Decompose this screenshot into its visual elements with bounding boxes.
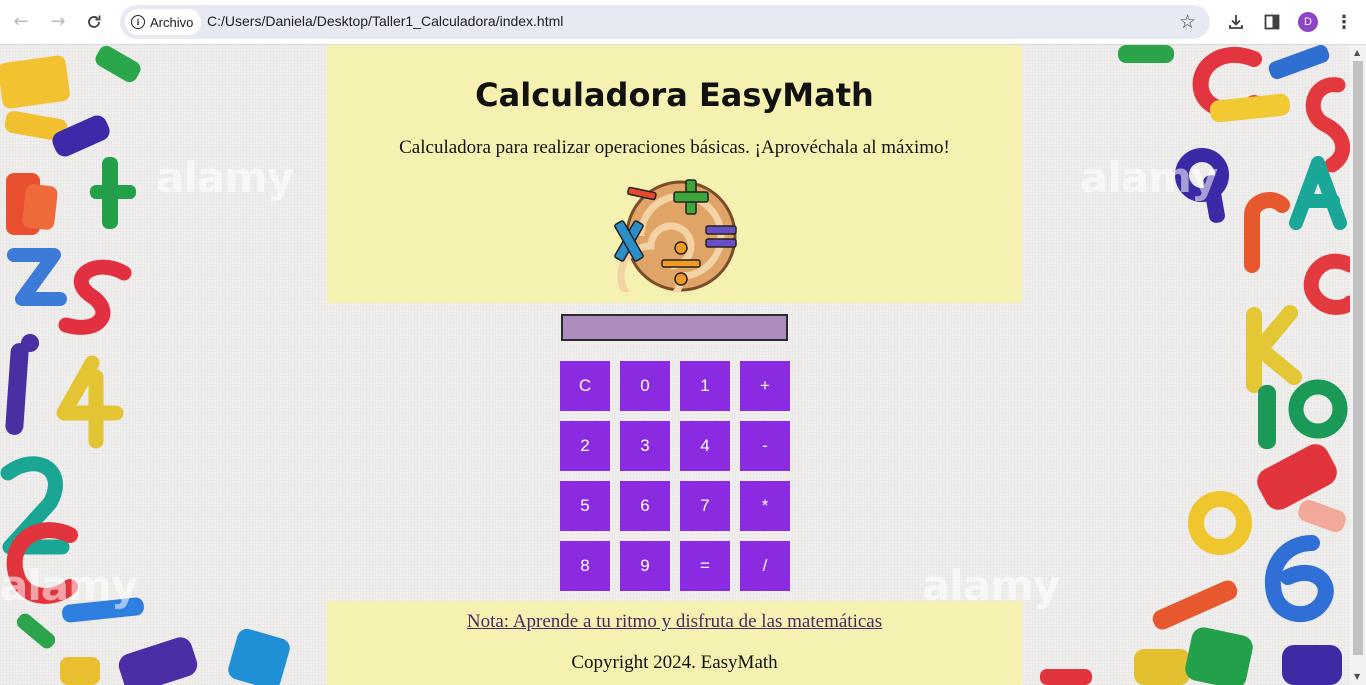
digit-4-button[interactable]: 4 [680,421,730,471]
watermark: alamy [0,561,138,610]
footer-panel: Nota: Aprende a tu ritmo y disfruta de l… [327,601,1022,685]
page-subtitle: Calculadora para realizar operaciones bá… [399,137,950,158]
calculator-keypad: C 0 1 + 2 3 4 - 5 6 7 * 8 9 = / [560,361,790,591]
clear-button[interactable]: C [560,361,610,411]
browser-toolbar: ← → i Archivo C:/Users/Daniela/Desktop/T… [0,0,1366,45]
back-arrow-icon[interactable]: ← [8,9,34,35]
info-icon: i [131,15,145,29]
digit-9-button[interactable]: 9 [620,541,670,591]
digit-8-button[interactable]: 8 [560,541,610,591]
add-button[interactable]: + [740,361,790,411]
address-bar[interactable]: i Archivo C:/Users/Daniela/Desktop/Talle… [120,5,1210,39]
url-text[interactable]: C:/Users/Daniela/Desktop/Taller1_Calcula… [207,13,563,29]
site-info-chip[interactable]: i Archivo [125,9,202,35]
digit-7-button[interactable]: 7 [680,481,730,531]
page-title: Calculadora EasyMath [475,76,874,114]
digit-1-button[interactable]: 1 [680,361,730,411]
divide-button[interactable]: / [740,541,790,591]
multiply-button[interactable]: * [740,481,790,531]
scroll-down-arrow-icon[interactable]: ▼ [1354,672,1360,681]
watermark: alamy [156,153,294,202]
calculator-display[interactable] [561,314,788,341]
side-panel-icon[interactable] [1259,9,1285,35]
math-symbols-logo-icon [614,179,737,292]
scroll-up-arrow-icon[interactable]: ▲ [1354,48,1360,57]
vertical-scrollbar[interactable]: ▲ ▼ [1350,45,1366,685]
download-icon[interactable] [1223,9,1249,35]
note-link[interactable]: Nota: Aprende a tu ritmo y disfruta de l… [327,611,1022,633]
watermark: alamy [1080,153,1218,202]
digit-5-button[interactable]: 5 [560,481,610,531]
copyright-text: Copyright 2024. EasyMath [571,652,778,673]
subtract-button[interactable]: - [740,421,790,471]
forward-arrow-icon[interactable]: → [45,9,71,35]
equals-button[interactable]: = [680,541,730,591]
digit-0-button[interactable]: 0 [620,361,670,411]
profile-initial: D [1298,12,1318,32]
scrollbar-thumb[interactable] [1353,61,1363,655]
digit-6-button[interactable]: 6 [620,481,670,531]
header-panel: Calculadora EasyMath Calculadora para re… [327,45,1022,303]
digit-3-button[interactable]: 3 [620,421,670,471]
site-info-label: Archivo [150,14,194,30]
reload-icon[interactable] [81,9,107,35]
digit-2-button[interactable]: 2 [560,421,610,471]
page-viewport: alamy alamy alamy alamy Calculadora Easy… [0,45,1350,685]
menu-kebab-icon[interactable]: ⋮ [1331,9,1357,35]
profile-avatar[interactable]: D [1295,9,1321,35]
bookmark-star-icon[interactable]: ☆ [1179,11,1196,33]
